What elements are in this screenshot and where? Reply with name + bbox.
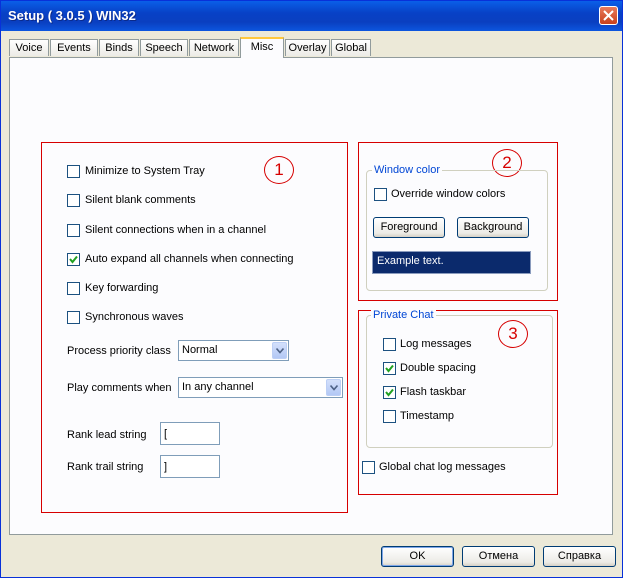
section-private-chat: 3 Private Chat Log messages Double spaci… [358,309,558,495]
auto-expand-label: Auto expand all channels when connecting [85,253,294,265]
double-spacing-label: Double spacing [400,362,476,374]
help-button[interactable]: Справка [543,546,616,567]
tab-label: Events [57,42,91,54]
background-button[interactable]: Background [457,217,529,238]
play-comments-label: Play comments when [67,382,172,394]
tab-speech[interactable]: Speech [140,39,188,56]
chevron-down-icon [276,348,284,354]
minimize-tray-checkbox[interactable] [67,165,80,178]
section-misc-options: 1 Minimize to System Tray Silent blank c… [41,142,348,513]
silent-blank-label: Silent blank comments [85,194,196,206]
title-bar: Setup ( 3.0.5 ) WIN32 [1,1,622,31]
log-messages-checkbox[interactable] [383,338,396,351]
tab-label: Network [193,42,235,54]
cancel-button[interactable]: Отмена [462,546,535,567]
private-chat-group-title: Private Chat [371,309,436,321]
checkmark-icon [385,364,394,373]
rank-trail-field[interactable] [160,455,220,478]
checkmark-icon [385,388,394,397]
chevron-down-icon [330,385,338,391]
tab-voice[interactable]: Voice [9,39,49,56]
tab-overlay[interactable]: Overlay [285,39,330,56]
flash-taskbar-label: Flash taskbar [400,386,467,398]
override-colors-label: Override window colors [391,188,506,200]
process-priority-value: Normal [182,344,218,356]
tab-label: Binds [105,42,133,54]
tab-label: Global [335,42,367,54]
synchronous-waves-checkbox[interactable] [67,311,80,324]
window-color-group: Window color Override window colors Fore… [366,164,548,291]
window-title: Setup ( 3.0.5 ) WIN32 [8,8,136,23]
process-priority-select[interactable]: Normal [178,340,289,361]
example-text-preview: Example text. [372,251,531,274]
timestamp-label: Timestamp [400,410,454,422]
tab-label: Misc [250,41,274,53]
timestamp-checkbox[interactable] [383,410,396,423]
rank-lead-field[interactable] [160,422,220,445]
tab-binds[interactable]: Binds [99,39,139,56]
synchronous-waves-label: Synchronous waves [85,311,184,323]
misc-panel: 1 Minimize to System Tray Silent blank c… [9,57,613,535]
foreground-button[interactable]: Foreground [373,217,445,238]
close-button[interactable] [599,6,618,25]
tab-label: Speech [145,42,183,54]
key-forwarding-label: Key forwarding [85,282,159,294]
private-chat-group: Private Chat Log messages Double spacing… [366,309,553,448]
close-icon [603,10,614,21]
process-priority-label: Process priority class [67,345,171,357]
global-chat-log-label: Global chat log messages [379,461,506,473]
rank-lead-input[interactable] [161,423,219,444]
rank-trail-label: Rank trail string [67,461,144,473]
tab-global[interactable]: Global [331,39,371,56]
dropdown-arrow[interactable] [272,342,287,359]
silent-blank-checkbox[interactable] [67,194,80,207]
play-comments-select[interactable]: In any channel [178,377,343,398]
tab-label: Voice [15,42,43,54]
silent-connections-label: Silent connections when in a channel [85,224,267,236]
double-spacing-checkbox[interactable] [383,362,396,375]
global-chat-log-checkbox[interactable] [362,461,375,474]
key-forwarding-checkbox[interactable] [67,282,80,295]
minimize-tray-label: Minimize to System Tray [85,165,205,177]
checkmark-icon [69,255,78,264]
tab-events[interactable]: Events [50,39,98,56]
dropdown-arrow[interactable] [326,379,341,396]
setup-dialog: Setup ( 3.0.5 ) WIN32 Voice Events Binds… [0,0,623,578]
section-window-color: 2 Window color Override window colors Fo… [358,142,558,301]
tab-misc[interactable]: Misc [240,37,284,58]
silent-connections-checkbox[interactable] [67,224,80,237]
rank-trail-input[interactable] [161,456,219,477]
override-colors-checkbox[interactable] [374,188,387,201]
tab-network[interactable]: Network [189,39,239,56]
window-color-group-title: Window color [372,164,443,176]
annotation-1: 1 [264,156,294,184]
ok-button[interactable]: OK [381,546,454,567]
rank-lead-label: Rank lead string [67,429,147,441]
tab-label: Overlay [288,42,327,54]
auto-expand-checkbox[interactable] [67,253,80,266]
play-comments-value: In any channel [182,381,254,393]
log-messages-label: Log messages [400,338,472,350]
flash-taskbar-checkbox[interactable] [383,386,396,399]
